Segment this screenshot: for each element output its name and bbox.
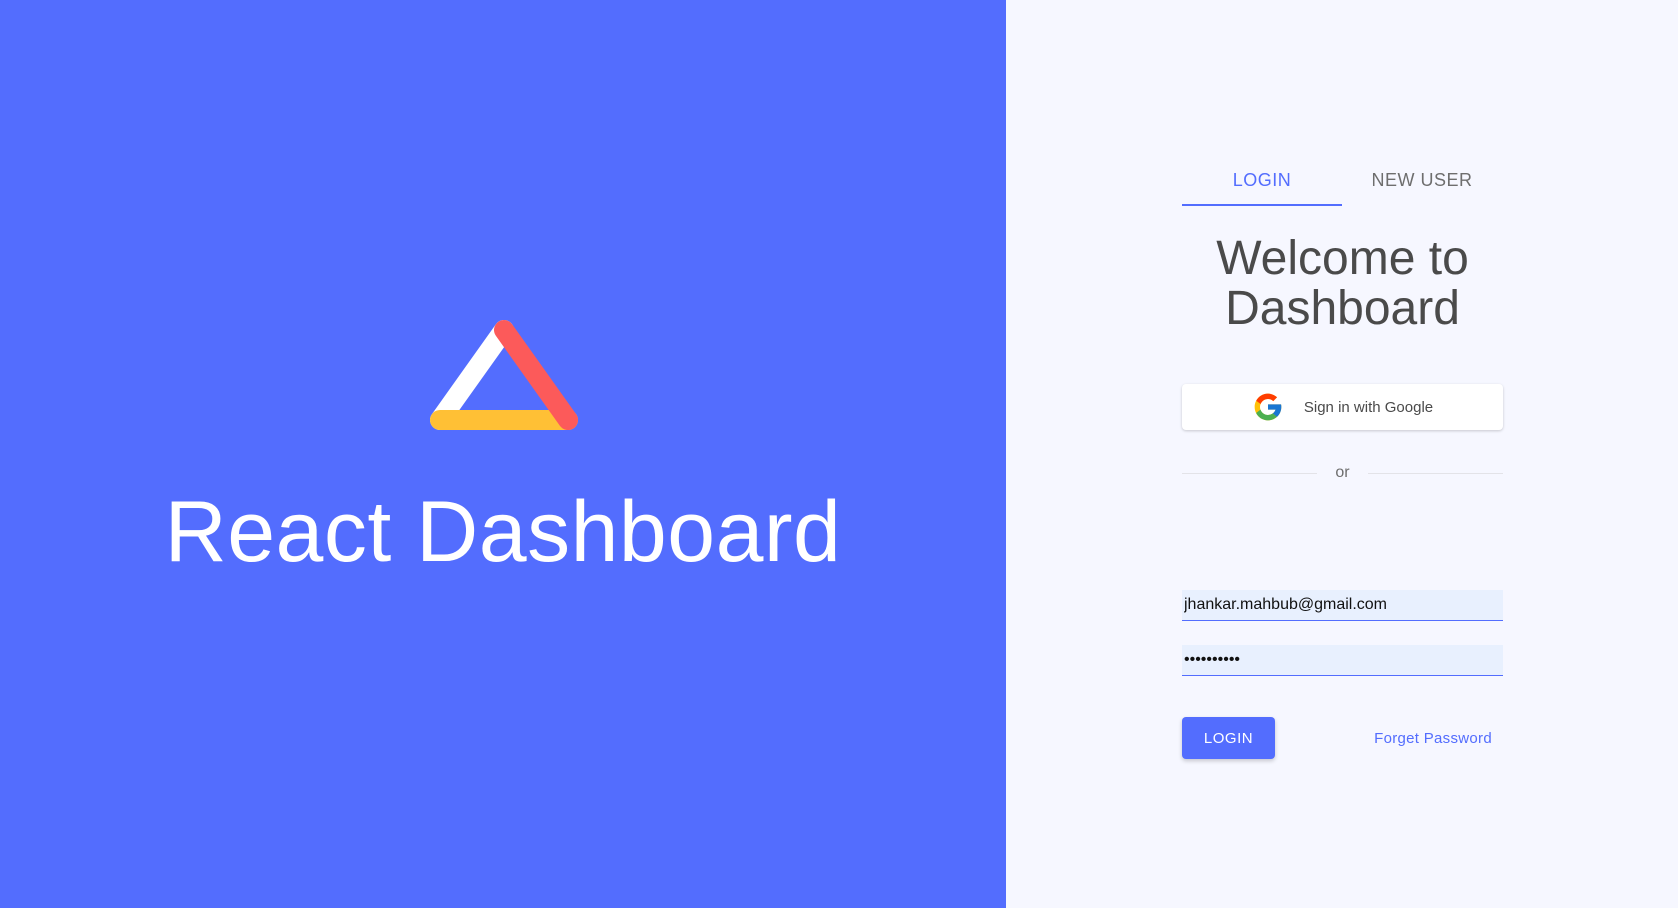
email-input[interactable] <box>1182 590 1503 620</box>
login-button[interactable]: LOGIN <box>1182 717 1275 759</box>
login-form: LOGIN NEW USER Welcome to Dashboard Sign… <box>1182 156 1504 759</box>
password-field <box>1182 645 1503 676</box>
divider-text: or <box>1335 464 1350 481</box>
tab-login[interactable]: LOGIN <box>1182 156 1342 206</box>
divider-line-right <box>1367 472 1504 474</box>
password-input[interactable] <box>1182 645 1503 675</box>
or-divider: or <box>1182 464 1504 482</box>
form-actions: LOGIN Forget Password <box>1182 717 1503 759</box>
google-icon <box>1254 393 1282 421</box>
login-page: React Dashboard LOGIN NEW USER Welcome t… <box>0 0 1678 908</box>
google-signin-button[interactable]: Sign in with Google <box>1182 384 1503 430</box>
brand-title: React Dashboard <box>164 484 842 580</box>
triangle-logo-icon <box>430 320 578 430</box>
welcome-heading: Welcome to Dashboard <box>1216 232 1469 335</box>
brand-panel: React Dashboard <box>0 0 1006 908</box>
email-field <box>1182 590 1503 621</box>
divider-line-left <box>1182 472 1318 474</box>
form-panel: LOGIN NEW USER Welcome to Dashboard Sign… <box>1006 0 1678 908</box>
auth-tabs: LOGIN NEW USER <box>1182 156 1503 206</box>
google-signin-label: Sign in with Google <box>1303 398 1434 416</box>
tab-new-user[interactable]: NEW USER <box>1342 156 1502 204</box>
forget-password-link[interactable]: Forget Password <box>1374 730 1492 747</box>
